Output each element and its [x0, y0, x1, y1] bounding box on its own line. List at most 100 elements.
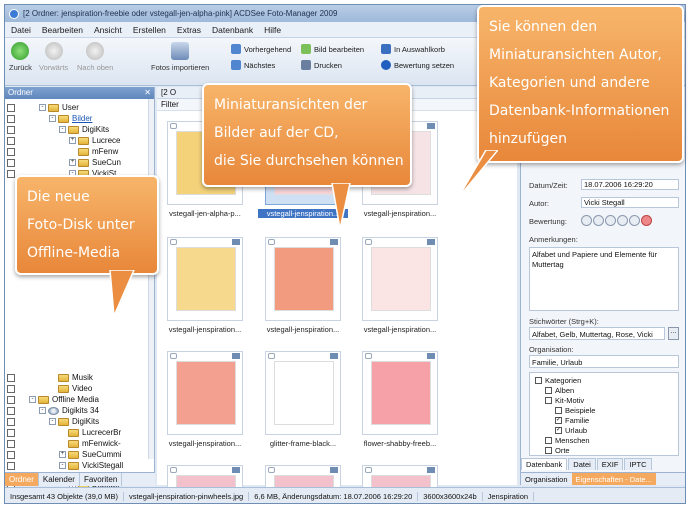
author-field[interactable]: Vicki Stegall — [581, 197, 679, 208]
folder-tree-item[interactable]: + SueCummi — [5, 449, 122, 460]
tag-icon[interactable] — [268, 239, 275, 245]
folder-tree-item[interactable]: - User — [5, 102, 79, 113]
menu-erstellen[interactable]: Erstellen — [133, 25, 166, 35]
tab-organisation[interactable]: Organisation — [521, 473, 572, 485]
thumbnail[interactable] — [265, 351, 341, 435]
tab-kalender[interactable]: Kalender — [39, 473, 80, 486]
menu-datei[interactable]: Datei — [11, 25, 31, 35]
rating-button[interactable]: Bewertung setzen — [381, 60, 454, 70]
collapse-icon[interactable]: - — [49, 115, 56, 122]
rating-5[interactable] — [629, 215, 640, 226]
folder-tree-item[interactable]: - VickiStegall — [5, 460, 123, 471]
tag-icon[interactable] — [170, 123, 177, 129]
folder-checkbox[interactable] — [7, 417, 15, 426]
tab-favoriten[interactable]: Favoriten — [80, 473, 123, 486]
expand-icon[interactable]: + — [69, 159, 76, 166]
folder-tree-item[interactable]: - DigiKits — [5, 124, 109, 135]
category-checkbox[interactable] — [555, 407, 562, 414]
folder-tree-item[interactable]: mFenwick- — [5, 438, 121, 449]
forward-button[interactable]: Vorwärts — [39, 42, 68, 72]
folder-tree-item[interactable]: - DigiKits — [5, 416, 99, 427]
folder-checkbox[interactable] — [7, 450, 15, 459]
print-button[interactable]: Drucken — [301, 60, 342, 70]
keywords-field[interactable]: Alfabet, Gelb, Muttertag, Rose, Vicki — [529, 327, 665, 340]
tag-icon[interactable] — [365, 467, 372, 473]
menu-hilfe[interactable]: Hilfe — [264, 25, 281, 35]
category-item[interactable]: Alben — [545, 386, 574, 395]
folder-tree-item[interactable]: - Bilder — [5, 113, 92, 124]
rating-1[interactable] — [581, 215, 592, 226]
tag-icon[interactable] — [268, 353, 275, 359]
folder-checkbox[interactable] — [7, 406, 15, 415]
collapse-icon[interactable]: - — [59, 462, 66, 469]
category-checkbox[interactable]: ✓ — [555, 427, 562, 434]
expand-icon[interactable]: + — [69, 137, 76, 144]
tag-icon[interactable] — [170, 353, 177, 359]
category-item[interactable]: Orte — [545, 446, 570, 455]
tag-icon[interactable] — [365, 239, 372, 245]
collapse-icon[interactable]: - — [39, 104, 46, 111]
rating-3[interactable] — [605, 215, 616, 226]
folder-tree-item[interactable]: - Digikits 34 — [5, 405, 99, 416]
folder-tree-item[interactable]: LucrecerBr — [5, 427, 121, 438]
tab-eigenschaften[interactable]: Eigenschaften - Date... — [571, 473, 656, 485]
category-item[interactable]: Kit-Motiv — [545, 396, 584, 405]
folder-checkbox[interactable] — [7, 439, 15, 448]
collapse-icon[interactable]: - — [29, 396, 36, 403]
folder-checkbox[interactable] — [7, 395, 15, 404]
category-checkbox[interactable] — [545, 387, 552, 394]
folder-checkbox[interactable] — [7, 147, 15, 156]
basket-button[interactable]: In Auswahlkorb — [381, 44, 445, 54]
folder-checkbox[interactable] — [7, 428, 15, 437]
back-button[interactable]: Zurück — [9, 42, 32, 72]
menu-datenbank[interactable]: Datenbank — [212, 25, 253, 35]
category-checkbox[interactable]: ✓ — [555, 417, 562, 424]
clear-rating-icon[interactable] — [641, 215, 652, 226]
keywords-picker-button[interactable]: … — [668, 327, 679, 340]
date-field[interactable]: 18.07.2006 16:29:20 — [581, 179, 679, 190]
close-icon[interactable]: ✕ — [144, 87, 151, 99]
category-checkbox[interactable] — [545, 397, 552, 404]
folder-tree-item[interactable]: Musik — [5, 372, 93, 383]
tag-icon[interactable] — [268, 467, 275, 473]
expand-icon[interactable]: + — [59, 451, 66, 458]
folder-tree-item[interactable]: + SueCun — [5, 157, 121, 168]
folder-tree-item[interactable]: - Offline Media — [5, 394, 99, 405]
folder-checkbox[interactable] — [7, 461, 15, 470]
thumbnail[interactable] — [167, 237, 243, 321]
category-item[interactable]: ✓ Familie — [555, 416, 589, 425]
thumbnail[interactable] — [362, 351, 438, 435]
category-item[interactable]: Beispiele — [555, 406, 595, 415]
category-checkbox[interactable] — [545, 437, 552, 444]
thumbnail[interactable] — [362, 237, 438, 321]
menu-extras[interactable]: Extras — [177, 25, 201, 35]
up-button[interactable]: Nach oben — [77, 42, 113, 72]
collapse-icon[interactable]: - — [49, 418, 56, 425]
folder-checkbox[interactable] — [7, 169, 15, 178]
tab-datei[interactable]: Datei — [568, 458, 596, 470]
folder-checkbox[interactable] — [7, 125, 15, 134]
category-item[interactable]: Menschen — [545, 436, 590, 445]
folder-tree-item[interactable]: mFenw — [5, 146, 118, 157]
menu-bearbeiten[interactable]: Bearbeiten — [42, 25, 83, 35]
edit-image-button[interactable]: Bild bearbeiten — [301, 44, 364, 54]
rating-2[interactable] — [593, 215, 604, 226]
rating-stars[interactable] — [581, 215, 652, 226]
tab-ordner[interactable]: Ordner — [5, 473, 39, 486]
thumbnail[interactable] — [167, 351, 243, 435]
folder-tree-item[interactable]: Video — [5, 383, 92, 394]
folder-checkbox[interactable] — [7, 373, 15, 382]
tag-icon[interactable] — [170, 239, 177, 245]
folder-checkbox[interactable] — [7, 114, 15, 123]
collapse-icon[interactable]: - — [59, 126, 66, 133]
collapse-icon[interactable]: - — [39, 407, 46, 414]
category-item[interactable]: Kategorien — [535, 376, 581, 385]
tag-icon[interactable] — [365, 353, 372, 359]
thumbnail[interactable] — [265, 237, 341, 321]
folder-checkbox[interactable] — [7, 136, 15, 145]
category-checkbox[interactable] — [535, 377, 542, 384]
folder-tree-item[interactable]: + Lucrece — [5, 135, 120, 146]
category-checkbox[interactable] — [545, 447, 552, 454]
folder-checkbox[interactable] — [7, 158, 15, 167]
category-item[interactable]: ✓ Urlaub — [555, 426, 587, 435]
